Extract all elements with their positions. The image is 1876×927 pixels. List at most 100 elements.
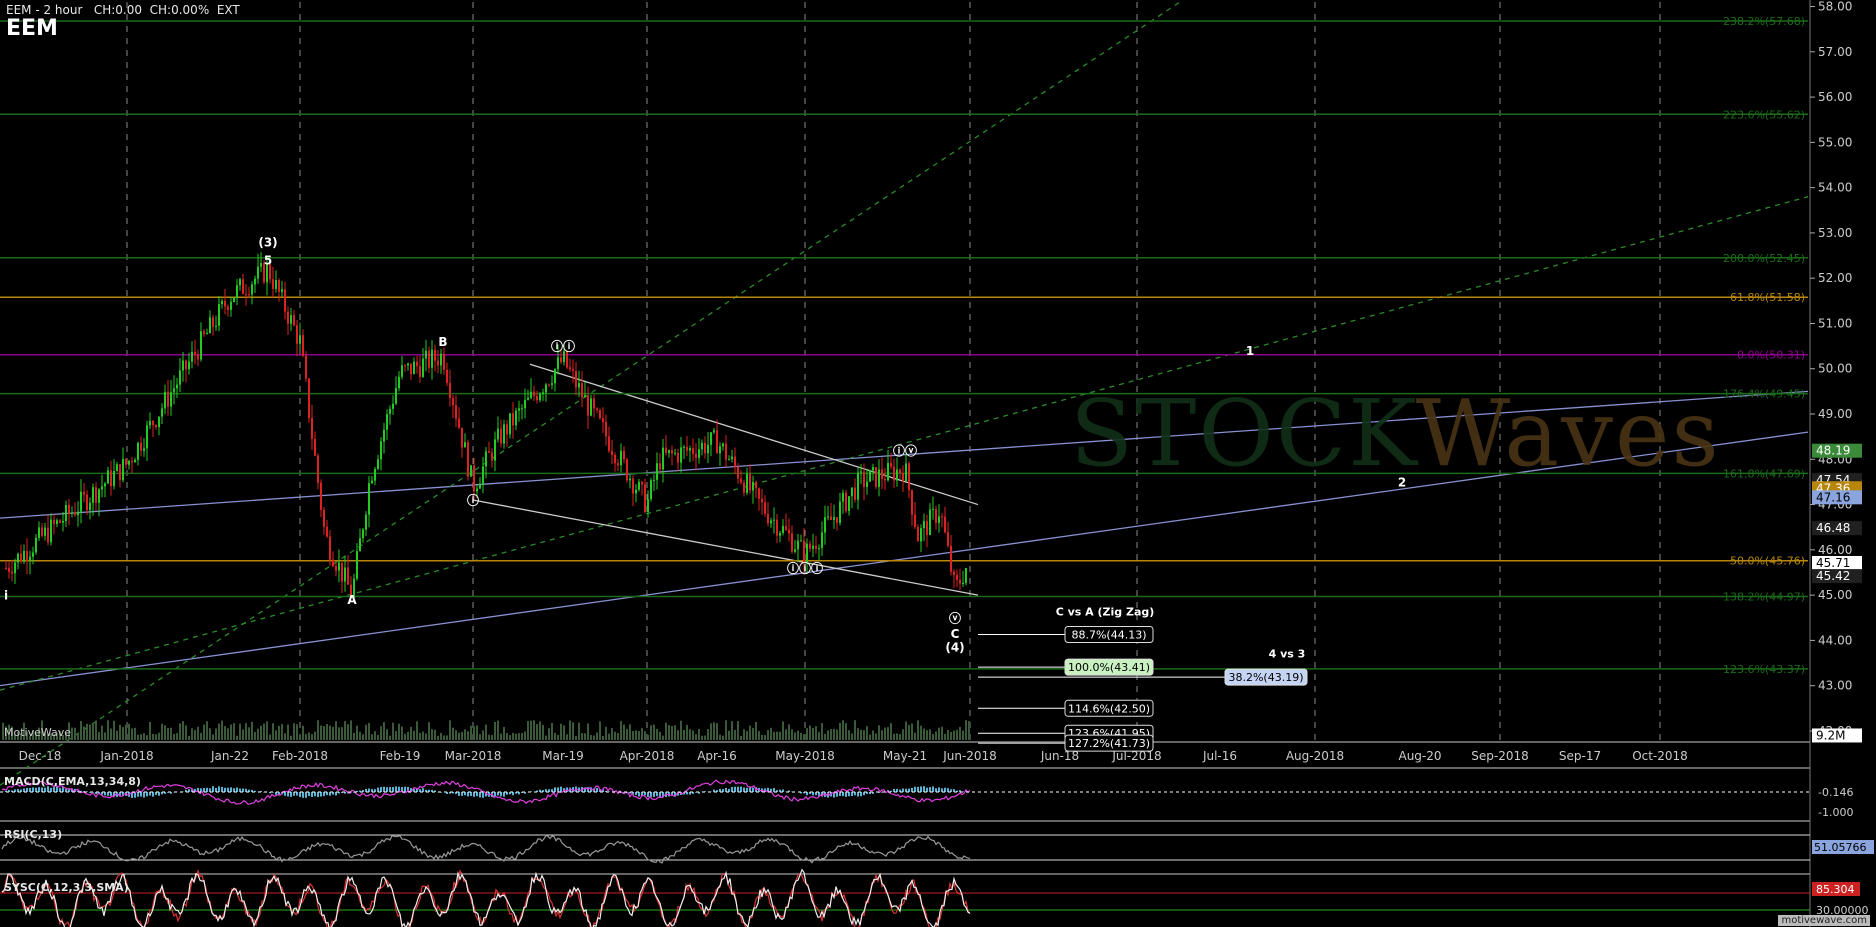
macd-hist-bar <box>500 792 502 797</box>
x-tick-label-16: Aug-20 <box>1398 749 1441 763</box>
sysc-title: SYSC(C,12,3,3,SMA) <box>4 881 129 894</box>
volume-bar <box>374 731 376 740</box>
candle-body <box>890 463 892 467</box>
candle-body <box>278 280 280 292</box>
volume-bar <box>461 732 463 740</box>
motivewave-label: MotiveWave <box>4 726 72 739</box>
volume-bar <box>797 730 799 740</box>
candle-body <box>464 442 466 448</box>
volume-bar <box>569 720 571 740</box>
candle-body <box>614 454 616 464</box>
volume-bar <box>647 734 649 740</box>
candle-body <box>956 575 958 580</box>
candle-body <box>767 513 769 524</box>
macd-hist-bar <box>860 792 862 797</box>
macd-hist-bar <box>638 792 640 797</box>
volume-bar <box>125 724 127 740</box>
macd-hist-bar <box>596 788 598 792</box>
candle-body <box>668 450 670 453</box>
candle-body <box>911 490 913 515</box>
macd-tick-1: -1.000 <box>1818 806 1853 819</box>
macd-hist-bar <box>140 792 142 797</box>
macd-hist-bar <box>389 787 391 792</box>
wave-label-4: ⓘ <box>467 493 479 508</box>
volume-bar <box>542 724 544 740</box>
candle-body <box>746 473 748 493</box>
volume-bar <box>71 727 73 740</box>
macd-hist-bar <box>221 786 223 792</box>
chart-header: EEM - 2 hour CH:0.00 CH:0.00% EXT <box>6 3 240 17</box>
volume-bar <box>155 734 157 740</box>
volume-bar <box>173 733 175 740</box>
volume-bar <box>230 724 232 740</box>
volume-bar <box>713 722 715 740</box>
candle-body <box>326 526 328 537</box>
candle-body <box>638 481 640 490</box>
volume-bar <box>617 732 619 740</box>
candle-body <box>455 405 457 419</box>
volume-bar <box>902 729 904 740</box>
volume-bar <box>734 729 736 740</box>
volume-bar <box>413 730 415 740</box>
volume-bar <box>437 735 439 740</box>
volume-bar <box>395 731 397 740</box>
macd-hist-bar <box>215 788 217 792</box>
macd-hist-bar <box>845 792 847 797</box>
candle-body <box>869 470 871 482</box>
candle-body <box>209 317 211 334</box>
candle-body <box>620 450 622 466</box>
macd-hist-bar <box>749 787 751 792</box>
volume-bar <box>584 733 586 740</box>
rsi-line <box>1 834 971 864</box>
candle-body <box>893 466 895 481</box>
volume-bar <box>326 724 328 740</box>
x-tick-label-10: May-21 <box>883 749 927 763</box>
volume-bar <box>365 724 367 740</box>
volume-bar <box>158 732 160 740</box>
candle-body <box>164 391 166 409</box>
macd-hist-bar <box>209 788 211 792</box>
candle-body <box>830 516 832 520</box>
candle-body <box>632 478 634 494</box>
y-tick-label-14: 56.00 <box>1818 90 1852 104</box>
candle-body <box>842 492 844 502</box>
candle-body <box>572 369 574 372</box>
candle-body <box>578 383 580 388</box>
candle-body <box>122 459 124 481</box>
candle-body <box>953 571 955 576</box>
volume-bar <box>506 733 508 740</box>
macd-hist-bar <box>473 792 475 797</box>
volume-bar <box>776 731 778 740</box>
volume-bar <box>833 728 835 740</box>
macd-hist-bar <box>380 786 382 792</box>
candle-body <box>629 478 631 481</box>
macd-hist-bar <box>26 787 28 792</box>
candle-body <box>290 315 292 324</box>
y-tick-label-8: 50.00 <box>1818 362 1852 376</box>
candle-body <box>944 516 946 533</box>
volume-bar <box>716 723 718 740</box>
candle-body <box>881 469 883 480</box>
volume-bar <box>431 729 433 740</box>
candle-body <box>704 442 706 454</box>
volume-bar <box>440 732 442 740</box>
volume-bar <box>335 721 337 740</box>
fib-label-0: 238.2%(57.68) <box>1723 15 1805 28</box>
volume-bar <box>707 729 709 740</box>
volume-bar <box>698 728 700 740</box>
candle-body <box>788 529 790 534</box>
volume-bar <box>503 726 505 740</box>
candle-body <box>239 279 241 286</box>
volume-bar <box>554 732 556 740</box>
volume-bar <box>344 721 346 740</box>
candle-body <box>926 521 928 535</box>
volume-bar <box>92 722 94 740</box>
volume-bar <box>293 723 295 740</box>
volume-bar <box>458 732 460 740</box>
candle-body <box>137 442 139 460</box>
candle-body <box>410 363 412 375</box>
candle-body <box>158 416 160 428</box>
candle-body <box>422 358 424 377</box>
candle-body <box>647 499 649 512</box>
candle-body <box>236 285 238 298</box>
